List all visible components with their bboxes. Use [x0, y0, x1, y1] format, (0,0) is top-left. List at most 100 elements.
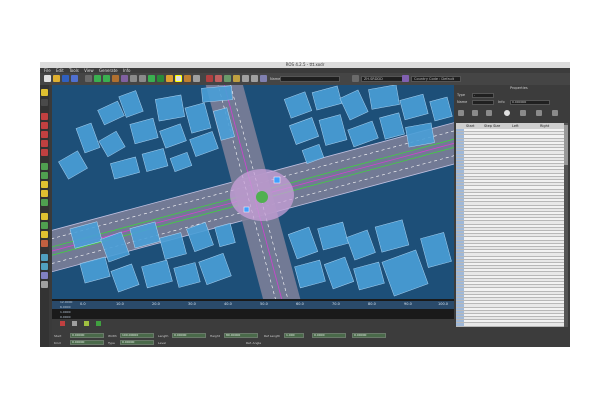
row-marker: [456, 224, 464, 227]
open-folder-icon[interactable]: [53, 75, 60, 82]
row-marker: [456, 154, 464, 157]
arc-tool-icon[interactable]: [41, 122, 48, 129]
timeline-ruler[interactable]: 0.0 10.0 20.0 30.0 40.0 50.0 60.0 70.0 8…: [52, 301, 454, 309]
traffic-tool-icon[interactable]: [184, 75, 191, 82]
properties-panel: Properties Type - Name Info 0.000000 Sta…: [454, 85, 570, 347]
width-field[interactable]: 100.00000: [120, 333, 154, 338]
table-scrollbar[interactable]: [564, 123, 568, 327]
line-tool-icon[interactable]: [41, 113, 48, 120]
height-field[interactable]: 80.00000: [224, 333, 258, 338]
spiral-tool-icon[interactable]: [41, 131, 48, 138]
map-canvas[interactable]: [52, 85, 454, 299]
flip-tool-icon[interactable]: [233, 75, 240, 82]
lane-add-tool-icon[interactable]: [41, 163, 48, 170]
measure-tool-icon[interactable]: [251, 75, 258, 82]
country-flag-icon: [402, 75, 409, 82]
country-code-dropdown[interactable]: Country Code : Default: [411, 76, 461, 82]
pen-icon[interactable]: [60, 321, 65, 326]
map-svg: [52, 85, 454, 299]
y-field[interactable]: 0.00000: [120, 340, 154, 345]
grid-tool-icon[interactable]: [130, 75, 137, 82]
row-marker: [456, 170, 464, 173]
row-marker: [456, 173, 464, 176]
shape-tool-icon[interactable]: [41, 272, 48, 279]
road-tool-icon[interactable]: [85, 75, 92, 82]
signal-tool-icon[interactable]: [112, 75, 119, 82]
settings-tool-icon[interactable]: [41, 281, 48, 288]
row-marker: [456, 266, 464, 269]
magnet-icon[interactable]: [72, 321, 77, 326]
table-row[interactable]: [456, 323, 564, 327]
signal-type-icon[interactable]: [552, 110, 558, 116]
row-marker: [456, 199, 464, 202]
elevation-add-tool-icon[interactable]: [41, 254, 48, 261]
row-marker: [456, 310, 464, 313]
leaf-icon[interactable]: [96, 321, 101, 326]
scrollbar-thumb[interactable]: [564, 125, 568, 165]
row-marker: [456, 186, 464, 189]
level-label: Level: [158, 341, 166, 345]
elevation-tool-icon[interactable]: [148, 75, 155, 82]
length-field[interactable]: 0.00000: [172, 333, 206, 338]
pan-tool-icon[interactable]: [41, 199, 48, 206]
tick-label: 0.0: [80, 302, 86, 306]
row-marker: [456, 243, 464, 246]
selected-tool-icon[interactable]: [175, 75, 182, 82]
road-type-icon[interactable]: [458, 110, 464, 116]
start-field[interactable]: 0.00000: [70, 333, 104, 338]
type-field[interactable]: 0.00000: [352, 333, 386, 338]
tick-label: 20.0: [152, 302, 160, 306]
select-tool-icon[interactable]: [41, 89, 48, 96]
help-tool-icon[interactable]: [260, 75, 267, 82]
circle-type-icon[interactable]: [504, 110, 510, 116]
name-field[interactable]: [280, 76, 340, 82]
new-file-icon[interactable]: [44, 75, 51, 82]
timeline-panel[interactable]: 0.0 10.0 20.0 30.0 40.0 50.0 60.0 70.0 8…: [52, 299, 454, 319]
zoom-tool-icon[interactable]: [41, 190, 48, 197]
signal-add-tool-icon[interactable]: [41, 231, 48, 238]
kind-field[interactable]: 0.0000: [312, 333, 346, 338]
type-prop-field[interactable]: -: [472, 93, 494, 98]
object-type-icon[interactable]: [536, 110, 542, 116]
curve-type-icon[interactable]: [486, 110, 492, 116]
delete-tool-icon[interactable]: [206, 75, 213, 82]
name-prop-field[interactable]: [472, 100, 494, 105]
snap-tool-icon[interactable]: [242, 75, 249, 82]
superelevation-tool-icon[interactable]: [157, 75, 164, 82]
lane-width-tool-icon[interactable]: [41, 172, 48, 179]
connect-tool-icon[interactable]: [41, 213, 48, 220]
object-tool-icon[interactable]: [121, 75, 128, 82]
lane-mark-tool-icon[interactable]: [41, 181, 48, 188]
poly-tool-icon[interactable]: [41, 140, 48, 147]
road-id-field[interactable]: ZH.SRDDD: [361, 76, 403, 82]
row-marker: [456, 291, 464, 294]
x-field[interactable]: 0.00000: [70, 340, 104, 345]
curve-tool-icon[interactable]: [41, 149, 48, 156]
lane-type-icon[interactable]: [472, 110, 478, 116]
save-icon[interactable]: [62, 75, 69, 82]
start-label: Start: [54, 334, 62, 338]
lane-tool-icon[interactable]: [94, 75, 101, 82]
row-marker: [456, 262, 464, 266]
crossfall-add-tool-icon[interactable]: [41, 263, 48, 270]
legend-value: 12.0000: [60, 300, 73, 304]
sign-tool-icon[interactable]: [193, 75, 200, 82]
info-prop-field[interactable]: 0.000000: [510, 100, 550, 105]
object-add-tool-icon[interactable]: [41, 240, 48, 247]
junction-tool-icon[interactable]: [103, 75, 110, 82]
row-marker: [456, 227, 464, 230]
brush-icon[interactable]: [84, 321, 89, 326]
export-icon[interactable]: [71, 75, 78, 82]
row-marker: [456, 301, 464, 304]
merge-tool-icon[interactable]: [224, 75, 231, 82]
junction-add-tool-icon[interactable]: [41, 222, 48, 229]
lane-table[interactable]: Start Step Size Left Right: [456, 123, 564, 327]
camera-tool-icon[interactable]: [166, 75, 173, 82]
elevation-type-icon[interactable]: [520, 110, 526, 116]
pointer-tool-icon[interactable]: [41, 99, 48, 106]
row-marker: [456, 205, 464, 208]
cut-tool-icon[interactable]: [215, 75, 222, 82]
ref-length-field[interactable]: 1.000: [284, 333, 304, 338]
row-marker: [456, 237, 464, 240]
crossfall-tool-icon[interactable]: [139, 75, 146, 82]
